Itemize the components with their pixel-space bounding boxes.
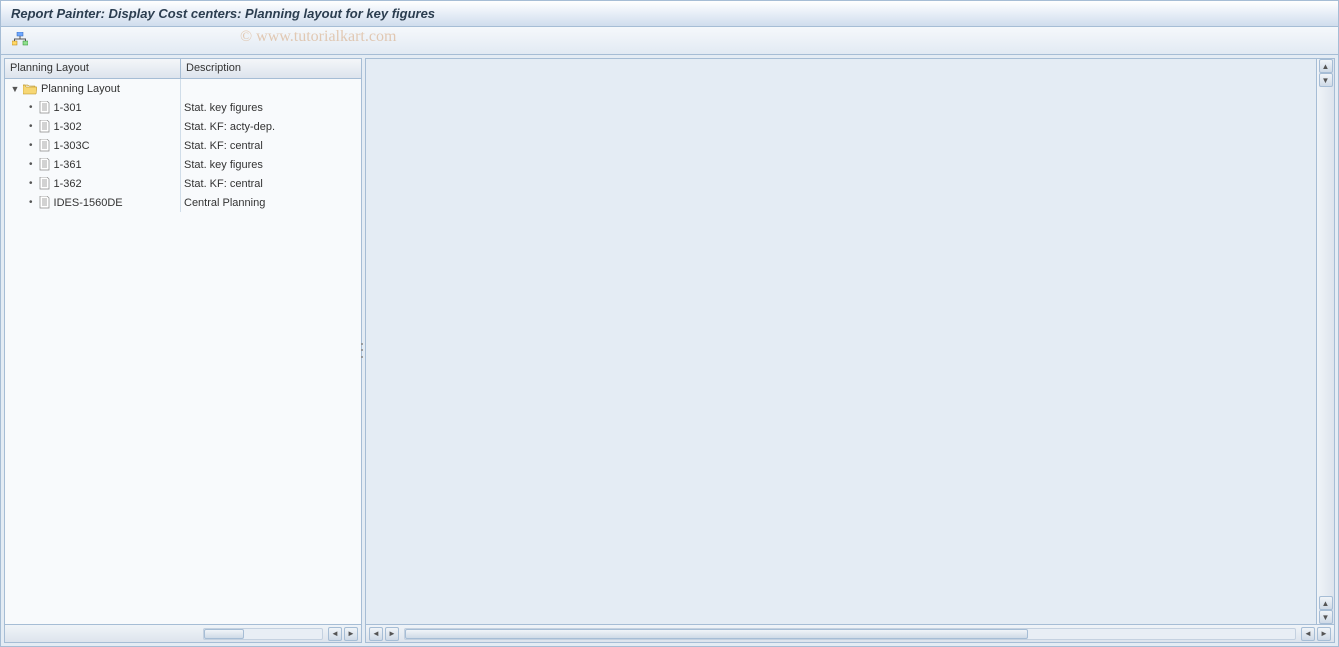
tree-body: ▼ Planning Layout • xyxy=(5,79,361,624)
scroll-down-button[interactable]: ▼ xyxy=(1319,610,1333,624)
tree-horizontal-scroll: ◄ ► xyxy=(5,624,361,642)
scroll-right-button[interactable]: ► xyxy=(1317,627,1331,641)
scroll-track[interactable] xyxy=(404,628,1296,640)
scroll-track[interactable] xyxy=(203,628,323,640)
detail-vertical-scroll: ▲ ▼ ▲ ▼ xyxy=(1316,59,1334,624)
scroll-up-button[interactable]: ▲ xyxy=(1319,59,1333,73)
tree-item-desc: Stat. KF: central xyxy=(184,178,263,190)
hierarchy-icon xyxy=(12,32,28,49)
tree-item-desc: Stat. key figures xyxy=(184,159,263,171)
tree-item-id: 1-301 xyxy=(54,102,82,114)
tree-item-desc: Stat. KF: central xyxy=(184,140,263,152)
tree-item-id: 1-302 xyxy=(54,121,82,133)
tree-item[interactable]: • 1-303C Stat. KF: central xyxy=(5,136,361,155)
tree-item[interactable]: • 1-362 Stat. KF: central xyxy=(5,174,361,193)
scroll-right-button[interactable]: ► xyxy=(385,627,399,641)
tree-item[interactable]: • IDES-1560DE Central Planning xyxy=(5,193,361,212)
bullet-icon: • xyxy=(29,178,33,189)
document-icon xyxy=(39,196,50,209)
tree-item-id: IDES-1560DE xyxy=(54,197,123,209)
document-icon xyxy=(39,139,50,152)
tree-root-label: Planning Layout xyxy=(41,83,120,95)
scroll-left-button[interactable]: ◄ xyxy=(369,627,383,641)
tree-item-id: 1-303C xyxy=(54,140,90,152)
tree-item-id: 1-362 xyxy=(54,178,82,190)
scroll-left-button[interactable]: ◄ xyxy=(1301,627,1315,641)
scroll-left-button[interactable]: ◄ xyxy=(328,627,342,641)
tree-panel: Planning Layout Description ▼ Plann xyxy=(4,58,362,643)
tree-item-desc: Stat. KF: acty-dep. xyxy=(184,121,275,133)
splitter-handle[interactable] xyxy=(359,341,364,361)
detail-body xyxy=(366,59,1316,624)
scroll-right-button[interactable]: ► xyxy=(344,627,358,641)
document-icon xyxy=(39,101,50,114)
page-title: Report Painter: Display Cost centers: Pl… xyxy=(11,6,435,21)
content-area: Planning Layout Description ▼ Plann xyxy=(1,55,1338,646)
bullet-icon: • xyxy=(29,140,33,151)
titlebar: Report Painter: Display Cost centers: Pl… xyxy=(1,1,1338,27)
hierarchy-button[interactable] xyxy=(9,31,31,51)
scroll-thumb[interactable] xyxy=(204,629,244,639)
toolbar xyxy=(1,27,1338,55)
tree-item[interactable]: • 1-301 Stat. key figures xyxy=(5,98,361,117)
tree-item[interactable]: • 1-361 Stat. key figures xyxy=(5,155,361,174)
tree-root-row[interactable]: ▼ Planning Layout xyxy=(5,79,361,98)
scroll-thumb[interactable] xyxy=(405,629,1028,639)
tree-item-desc: Central Planning xyxy=(184,197,265,209)
bullet-icon: • xyxy=(29,159,33,170)
scroll-track[interactable] xyxy=(1320,89,1332,594)
tree-item-desc: Stat. key figures xyxy=(184,102,263,114)
collapse-icon[interactable]: ▼ xyxy=(9,84,21,94)
bullet-icon: • xyxy=(29,102,33,113)
bullet-icon: • xyxy=(29,121,33,132)
detail-panel: ▲ ▼ ▲ ▼ ◄ ► ◄ ► xyxy=(365,58,1335,643)
tree-header-layout[interactable]: Planning Layout xyxy=(5,59,181,78)
bullet-icon: • xyxy=(29,197,33,208)
tree-item[interactable]: • 1-302 Stat. KF: acty-dep. xyxy=(5,117,361,136)
document-icon xyxy=(39,177,50,190)
tree-header-description[interactable]: Description xyxy=(181,59,361,78)
folder-open-icon xyxy=(23,82,37,94)
detail-horizontal-scroll: ◄ ► ◄ ► xyxy=(366,624,1334,642)
tree-item-id: 1-361 xyxy=(54,159,82,171)
document-icon xyxy=(39,158,50,171)
document-icon xyxy=(39,120,50,133)
tree-header: Planning Layout Description xyxy=(5,59,361,79)
app-window: Report Painter: Display Cost centers: Pl… xyxy=(0,0,1339,647)
scroll-up-button[interactable]: ▲ xyxy=(1319,596,1333,610)
scroll-down-button[interactable]: ▼ xyxy=(1319,73,1333,87)
